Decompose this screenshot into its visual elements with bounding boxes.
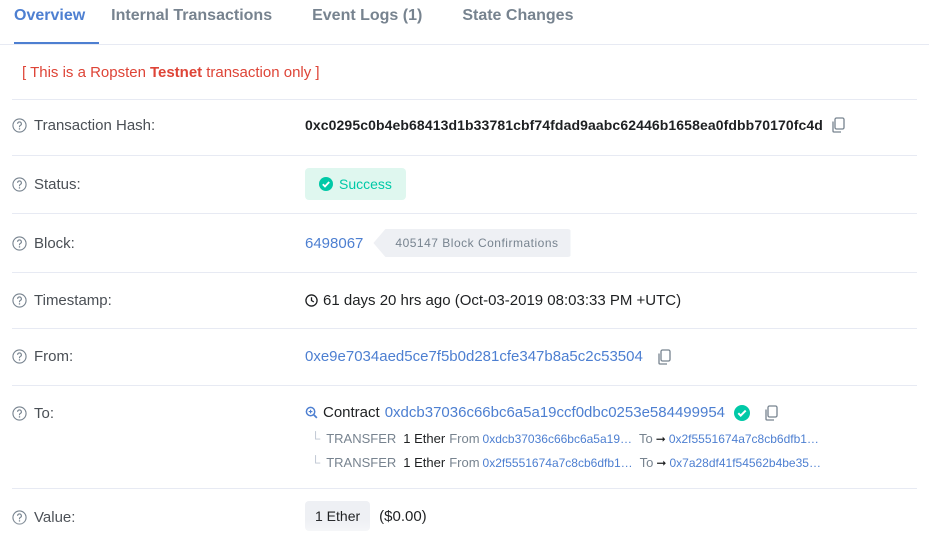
- transfer-from-link[interactable]: 0xdcb37036c66bc6a5a19…: [483, 432, 632, 446]
- status-row: Status: Success: [12, 156, 917, 214]
- to-label: To:: [34, 405, 55, 422]
- arrow-right-icon: ➞: [656, 455, 667, 470]
- from-address-link[interactable]: 0xe9e7034aed5ce7f5b0d281cfe347b8a5c2c535…: [305, 348, 643, 365]
- to-value-group: Contract 0xdcb37036c66bc6a5a19ccf0dbc025…: [305, 404, 778, 421]
- tab-state-changes[interactable]: State Changes: [462, 0, 573, 44]
- timestamp-value-group: 61 days 20 hrs ago (Oct-03-2019 08:03:33…: [305, 292, 681, 309]
- tx-hash-value: 0xc0295c0b4eb68413d1b33781cbf74fdad9aabc…: [305, 117, 823, 133]
- from-row: From: 0xe9e7034aed5ce7f5b0d281cfe347b8a5…: [12, 329, 917, 386]
- status-value: Success: [339, 176, 392, 192]
- timestamp-label-group: Timestamp:: [12, 292, 112, 309]
- transfer-to-link[interactable]: 0x2f5551674a7c8cb6dfb1…: [669, 432, 819, 446]
- verified-check-icon: [734, 404, 751, 421]
- status-value-group: Success: [305, 168, 406, 200]
- tab-internal-transactions[interactable]: Internal Transactions: [111, 0, 272, 44]
- check-circle-icon: [319, 177, 333, 191]
- value-amount-badge: 1 Ether: [305, 501, 371, 531]
- tree-corner-icon: └: [311, 455, 321, 470]
- question-circle-icon[interactable]: [12, 349, 27, 364]
- question-circle-icon[interactable]: [12, 406, 27, 421]
- block-number-link[interactable]: 6498067: [305, 235, 363, 252]
- transfer-row: └ TRANSFER 1 Ether From 0xdcb37036c66bc6…: [305, 431, 819, 446]
- transfer-from-label: From: [449, 431, 480, 446]
- question-circle-icon[interactable]: [12, 293, 27, 308]
- transfer-from-label: From: [449, 455, 480, 470]
- tx-hash-row: Transaction Hash: 0xc0295c0b4eb68413d1b3…: [12, 100, 917, 156]
- copy-icon[interactable]: [831, 117, 845, 133]
- arrow-right-icon: ➞: [655, 431, 666, 446]
- question-circle-icon[interactable]: [12, 177, 27, 192]
- status-label: Status:: [34, 176, 81, 193]
- from-label: From:: [34, 348, 74, 365]
- timestamp-row: Timestamp: 61 days 20 hrs ago (Oct-03-20…: [12, 273, 917, 329]
- tab-event-logs[interactable]: Event Logs (1): [312, 0, 422, 44]
- transfer-amount: 1 Ether: [403, 455, 446, 470]
- timestamp-label: Timestamp:: [34, 292, 112, 309]
- tree-corner-icon: └: [311, 431, 321, 446]
- question-circle-icon[interactable]: [12, 118, 27, 133]
- from-value-group: 0xe9e7034aed5ce7f5b0d281cfe347b8a5c2c535…: [305, 348, 671, 365]
- transfer-from-link[interactable]: 0x2f5551674a7c8cb6dfb1…: [483, 456, 633, 470]
- question-circle-icon[interactable]: [12, 236, 27, 251]
- block-confirmations-badge: 405147 Block Confirmations: [373, 229, 571, 257]
- to-address-link[interactable]: 0xdcb37036c66bc6a5a19ccf0dbc0253e5844999…: [385, 404, 725, 421]
- transfer-amount: 1 Ether: [403, 431, 446, 446]
- notice-bold: Testnet: [149, 63, 203, 81]
- tx-hash-label: Transaction Hash:: [34, 117, 156, 134]
- bottom-fade: [12, 519, 917, 543]
- status-label-group: Status:: [12, 176, 81, 193]
- tab-overview[interactable]: Overview: [14, 0, 100, 44]
- block-value-group: 6498067 405147 Block Confirmations: [305, 229, 571, 257]
- question-circle-icon[interactable]: [12, 510, 27, 525]
- contract-label: Contract: [323, 404, 380, 421]
- notice-prefix: [ This is a Ropsten: [22, 63, 146, 81]
- block-row: Block: 6498067 405147 Block Confirmation…: [12, 214, 917, 273]
- testnet-notice: [ This is a Ropsten Testnet transaction …: [12, 45, 917, 100]
- transfer-type: TRANSFER: [326, 431, 397, 446]
- value-label: Value:: [34, 509, 76, 526]
- copy-icon[interactable]: [764, 404, 778, 421]
- transfer-to-label: To: [639, 455, 654, 470]
- transfer-to-label: To: [639, 431, 653, 446]
- value-row: Value: 1 Ether ($0.00): [12, 489, 917, 543]
- transfer-to-link[interactable]: 0x7a28df41f54562b4be35…: [669, 456, 820, 470]
- transfer-row: └ TRANSFER 1 Ether From 0x2f5551674a7c8c…: [305, 455, 821, 470]
- value-label-group: Value:: [12, 509, 75, 526]
- timestamp-value: 61 days 20 hrs ago (Oct-03-2019 08:03:33…: [323, 292, 682, 309]
- block-label-group: Block:: [12, 235, 75, 252]
- clock-icon: [305, 294, 318, 307]
- copy-icon[interactable]: [657, 348, 671, 365]
- from-label-group: From:: [12, 348, 73, 365]
- to-label-group: To:: [12, 405, 54, 422]
- value-usd: ($0.00): [379, 507, 427, 525]
- value-value-group: 1 Ether ($0.00): [305, 501, 427, 531]
- contract-search-icon: [305, 406, 318, 419]
- notice-suffix: transaction only ]: [206, 63, 320, 81]
- tx-hash-value-group: 0xc0295c0b4eb68413d1b33781cbf74fdad9aabc…: [305, 117, 845, 133]
- tx-hash-label-group: Transaction Hash:: [12, 117, 155, 134]
- tab-bar: Overview Internal Transactions Event Log…: [0, 0, 929, 45]
- block-label: Block:: [34, 235, 75, 252]
- transfer-type: TRANSFER: [326, 455, 397, 470]
- to-row: To: Contract 0xdcb37036c66bc6a5a19ccf0db…: [12, 386, 917, 489]
- status-badge: Success: [305, 168, 406, 200]
